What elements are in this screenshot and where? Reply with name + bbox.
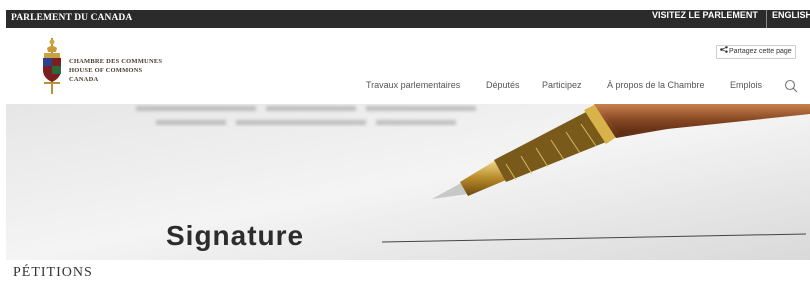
- parliament-brand-link[interactable]: PARLEMENT DU CANADA: [11, 13, 132, 23]
- share-icon: [720, 46, 728, 53]
- nav-item-deputes[interactable]: Députés: [486, 80, 520, 90]
- logo-line-en: HOUSE OF COMMONS: [69, 67, 143, 74]
- nav-item-travaux[interactable]: Travaux parlementaires: [366, 80, 460, 90]
- page-title: PÉTITIONS: [13, 265, 93, 280]
- house-of-commons-crest-icon[interactable]: [41, 38, 63, 94]
- english-language-link[interactable]: ENGLISH: [772, 10, 810, 28]
- house-of-commons-logo-text[interactable]: CHAMBRE DES COMMUNES HOUSE OF COMMONS CA…: [69, 57, 162, 84]
- share-label: Partagez cette page: [729, 48, 792, 55]
- topbar-divider: [766, 10, 767, 28]
- parliament-topbar: PARLEMENT DU CANADA VISITEZ LE PARLEMENT…: [6, 10, 810, 28]
- share-page-button[interactable]: Partagez cette page: [716, 45, 796, 59]
- visit-parliament-link[interactable]: VISITEZ LE PARLEMENT: [652, 10, 758, 28]
- logo-line-canada: CANADA: [69, 76, 99, 83]
- hero-banner-image: Signature: [6, 104, 810, 260]
- search-icon[interactable]: [784, 79, 798, 93]
- nav-item-emplois[interactable]: Emplois: [730, 80, 762, 90]
- logo-line-fr: CHAMBRE DES COMMUNES: [69, 58, 163, 65]
- hero-signature-word: Signature: [166, 220, 305, 251]
- nav-item-participez[interactable]: Participez: [542, 80, 582, 90]
- nav-item-a-propos[interactable]: À propos de la Chambre: [607, 80, 705, 90]
